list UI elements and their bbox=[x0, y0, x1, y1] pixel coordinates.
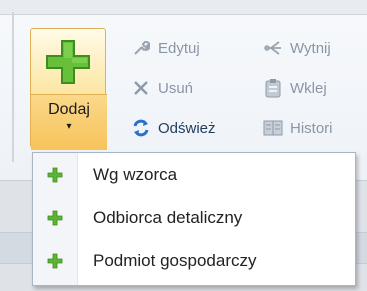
menu-item-label: Wg wzorca bbox=[93, 165, 178, 184]
green-plus-icon bbox=[46, 40, 90, 84]
cut-button[interactable]: Wytnij bbox=[262, 36, 331, 60]
edit-button[interactable]: Edytuj bbox=[130, 36, 200, 60]
add-button-label: Dodaj bbox=[48, 101, 90, 118]
delete-button-label: Usuń bbox=[158, 79, 194, 97]
edit-button-label: Edytuj bbox=[158, 39, 200, 57]
clipboard-icon bbox=[262, 77, 284, 99]
menu-item-from-template[interactable]: Wg wzorca bbox=[33, 155, 355, 195]
refresh-icon bbox=[130, 117, 152, 139]
chevron-down-icon[interactable]: ▾ bbox=[31, 121, 107, 132]
group-separator bbox=[12, 12, 14, 162]
scissors-icon bbox=[262, 37, 284, 59]
wrench-icon bbox=[130, 37, 152, 59]
menu-item-label: Podmiot gospodarczy bbox=[93, 251, 257, 270]
refresh-button-label: Odśwież bbox=[158, 119, 216, 137]
refresh-button[interactable]: Odśwież bbox=[130, 116, 216, 140]
close-x-icon bbox=[130, 77, 152, 99]
add-button[interactable]: Dodaj ▾ bbox=[30, 28, 107, 150]
green-plus-icon bbox=[33, 253, 77, 269]
green-plus-icon bbox=[33, 167, 77, 183]
menu-item-label: Odbiorca detaliczny bbox=[93, 208, 243, 227]
history-button-label: Histori bbox=[290, 119, 333, 137]
paste-button-label: Wklej bbox=[290, 79, 327, 97]
history-book-icon bbox=[262, 117, 284, 139]
cut-button-label: Wytnij bbox=[290, 39, 331, 57]
green-plus-icon bbox=[33, 210, 77, 226]
history-button[interactable]: Histori bbox=[262, 116, 333, 140]
ribbon-top-strip bbox=[0, 0, 367, 15]
menu-item-business-entity[interactable]: Podmiot gospodarczy bbox=[33, 241, 355, 281]
add-dropdown-menu: Wg wzorca Odbiorca detaliczny Podmiot go… bbox=[32, 152, 356, 286]
paste-button[interactable]: Wklej bbox=[262, 76, 327, 100]
add-button-label-area[interactable]: Dodaj ▾ bbox=[31, 94, 107, 150]
menu-item-retail-recipient[interactable]: Odbiorca detaliczny bbox=[33, 198, 355, 238]
delete-button[interactable]: Usuń bbox=[130, 76, 193, 100]
